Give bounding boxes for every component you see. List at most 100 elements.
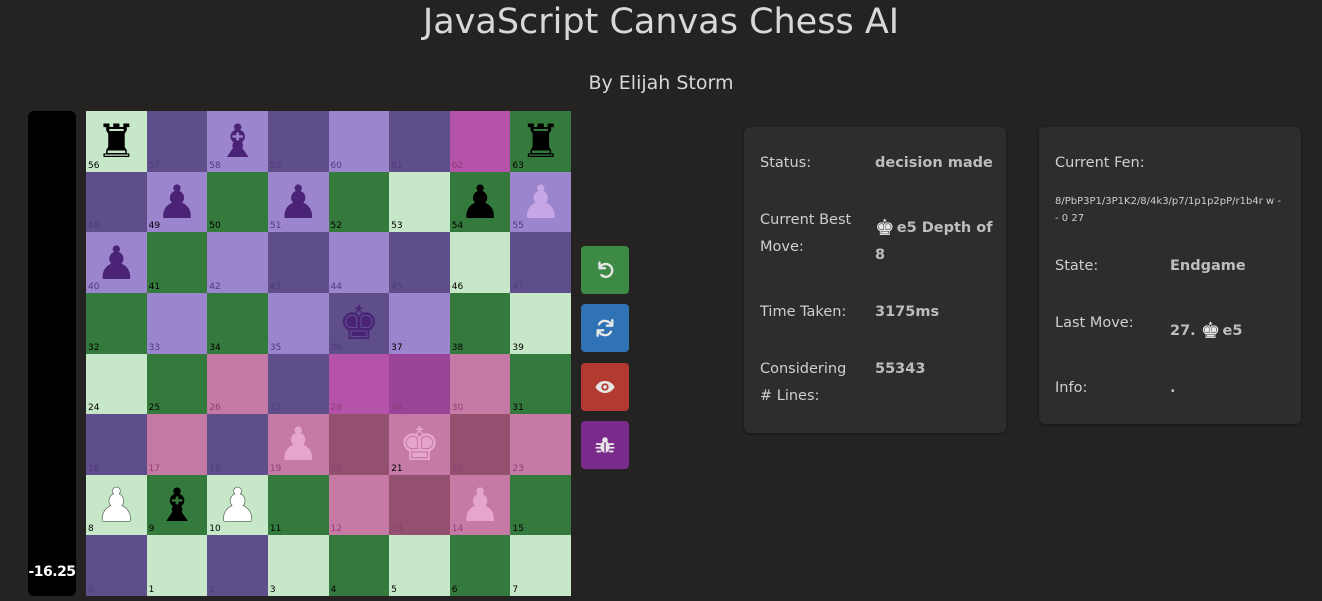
board-square[interactable]: 43 <box>267 232 329 293</box>
author-subtitle: By Elijah Storm <box>588 72 734 94</box>
board-square[interactable]: 60 <box>328 111 390 172</box>
board-square[interactable]: 2 <box>207 535 268 596</box>
board-square[interactable]: 13 <box>389 474 450 536</box>
board-square[interactable]: ♟ 51 <box>267 171 329 233</box>
board-square[interactable]: 29 <box>389 353 450 415</box>
board-square[interactable]: 53 <box>389 171 450 233</box>
undo-button[interactable] <box>581 246 629 294</box>
info-panel: Current Fen: 8/PbP3P1/3P1K2/8/4k3/p7/1p1… <box>1039 127 1301 424</box>
board-square[interactable]: 35 <box>267 292 329 354</box>
board-square[interactable]: ♟ 8 <box>86 474 147 536</box>
square-index: 49 <box>148 221 161 232</box>
board-square[interactable]: 6 <box>449 535 511 596</box>
square-index: 52 <box>330 221 342 232</box>
pawn-piece[interactable]: ♟ <box>86 475 147 536</box>
square-index: 32 <box>88 342 100 353</box>
toggle-view-button[interactable] <box>581 363 629 411</box>
square-index: 48 <box>88 221 100 232</box>
board-square[interactable]: 22 <box>449 414 511 475</box>
board-square[interactable]: 44 <box>328 232 390 293</box>
board-square[interactable]: 26 <box>207 353 268 415</box>
board-square[interactable]: 12 <box>328 474 390 536</box>
considering-lines-label: Considering # Lines: <box>760 361 847 404</box>
board-square[interactable]: ♟ 40 <box>86 232 147 293</box>
board-square[interactable]: ♜ 63 <box>510 111 571 172</box>
bug-icon <box>595 437 615 453</box>
board-square[interactable]: 1 <box>146 535 208 596</box>
board-square[interactable]: 50 <box>207 171 268 233</box>
rotate-board-button[interactable] <box>581 304 629 352</box>
board-square[interactable]: 4 <box>328 535 390 596</box>
board-square[interactable]: 48 <box>86 171 147 233</box>
board-square[interactable]: 17 <box>146 414 208 475</box>
square-index: 40 <box>88 281 100 292</box>
board-square[interactable]: 0 <box>86 535 147 596</box>
fen-label: Current Fen: <box>1055 155 1145 171</box>
square-index: 51 <box>269 221 282 232</box>
board-square[interactable]: 62 <box>449 111 511 172</box>
board-square[interactable]: 31 <box>510 353 571 415</box>
board-square[interactable]: ♚ 21 <box>389 414 450 475</box>
board-square[interactable]: 15 <box>510 474 571 536</box>
board-square[interactable]: 47 <box>510 232 571 293</box>
board-square[interactable]: 23 <box>510 414 571 475</box>
bishop-piece[interactable]: ♝ <box>147 475 208 536</box>
board-square[interactable]: 57 <box>146 111 208 172</box>
board-square[interactable]: ♟ 55 <box>510 171 571 233</box>
square-index: 7 <box>512 585 519 595</box>
board-square[interactable]: 24 <box>86 353 147 415</box>
board-square[interactable]: 30 <box>449 353 511 415</box>
board-square[interactable]: 28 <box>328 353 390 415</box>
board-square[interactable]: ♟ 49 <box>146 171 208 233</box>
board-square[interactable]: 42 <box>207 232 268 293</box>
square-index: 59 <box>269 160 282 171</box>
square-index: 12 <box>330 524 342 535</box>
board-square[interactable]: ♟ 14 <box>449 474 511 536</box>
square-index: 6 <box>451 585 458 595</box>
board-square[interactable]: ♝ 58 <box>207 111 268 172</box>
board-square[interactable]: 34 <box>207 292 268 354</box>
board-square[interactable]: 20 <box>328 414 390 475</box>
status-label: Status: <box>760 155 812 171</box>
board-square[interactable]: 27 <box>267 353 329 415</box>
board-square[interactable]: ♜ 56 <box>86 111 147 172</box>
board-square[interactable]: 52 <box>328 171 390 233</box>
board-square[interactable]: ♟ 19 <box>267 414 329 475</box>
board-square[interactable]: ♝ 9 <box>146 474 208 536</box>
chess-board[interactable]: ♜ 56 57 ♝ 58 59 60 61 62 ♜ 63 48 ♟ 49 50 ♟ 51 52 53 ♟ 54 ♟ 55 ♟… <box>86 111 571 596</box>
square-index: 24 <box>88 403 100 414</box>
board-square[interactable]: 18 <box>207 414 268 475</box>
square-index: 26 <box>209 403 221 414</box>
square-index: 22 <box>451 463 464 474</box>
board-square[interactable]: ♟ 10 <box>207 474 268 536</box>
square-index: 11 <box>269 524 282 535</box>
board-square[interactable]: ♟ 54 <box>449 171 511 233</box>
board-square[interactable]: 25 <box>146 353 208 415</box>
board-square[interactable]: 7 <box>510 535 571 596</box>
debug-button[interactable] <box>581 421 629 469</box>
board-square[interactable]: 46 <box>449 232 511 293</box>
board-square[interactable]: 16 <box>86 414 147 475</box>
board-square[interactable]: 41 <box>146 232 208 293</box>
board-square[interactable]: 38 <box>449 292 511 354</box>
undo-icon <box>598 261 614 278</box>
board-square[interactable]: 3 <box>267 535 329 596</box>
board-square[interactable]: 61 <box>389 111 450 172</box>
square-index: 10 <box>209 524 221 535</box>
board-square[interactable]: 11 <box>267 474 329 536</box>
board-square[interactable]: ♚ 36 <box>328 292 390 354</box>
square-index: 14 <box>451 524 464 535</box>
square-index: 35 <box>269 342 282 353</box>
board-square[interactable]: 32 <box>86 292 147 354</box>
board-square[interactable]: 5 <box>389 535 450 596</box>
board-square[interactable]: 33 <box>146 292 208 354</box>
board-square[interactable]: 39 <box>510 292 571 354</box>
square-index: 3 <box>269 585 276 595</box>
black-king-icon: ♚ <box>1200 319 1221 344</box>
square-index: 33 <box>148 342 161 353</box>
last-move-value: 27. ♚ e5 <box>1170 318 1242 345</box>
board-square[interactable]: 59 <box>267 111 329 172</box>
board-square[interactable]: 45 <box>389 232 450 293</box>
board-square[interactable]: 37 <box>389 292 450 354</box>
square-index: 44 <box>330 281 342 292</box>
